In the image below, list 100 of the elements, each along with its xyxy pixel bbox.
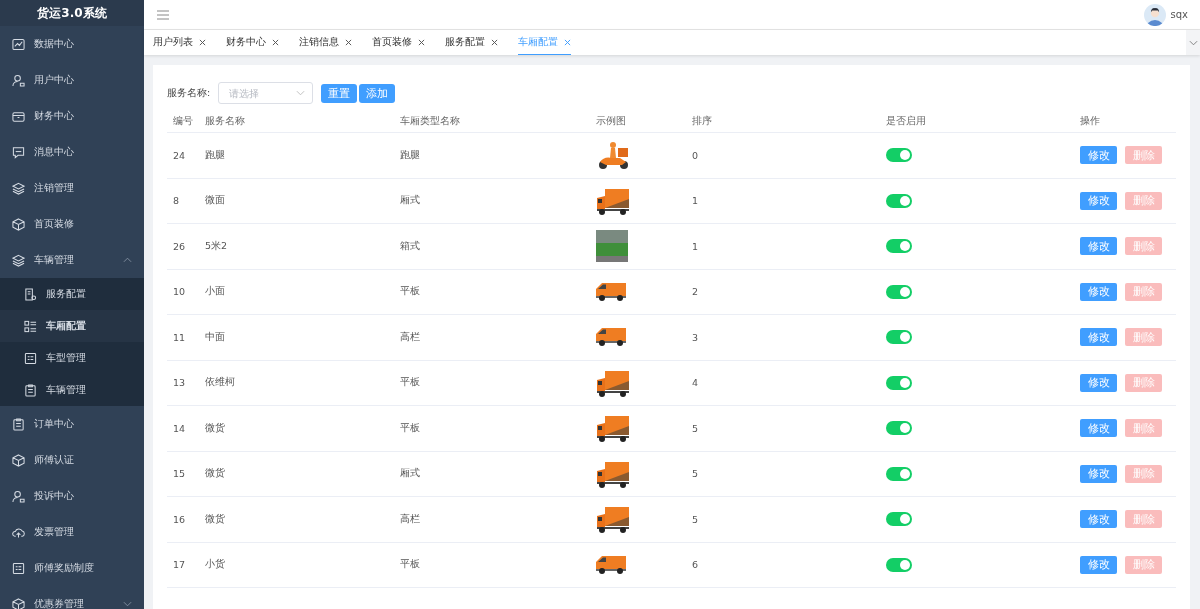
edit-button[interactable]: 修改 [1080,373,1117,392]
tab[interactable]: 财务中心 [226,30,279,55]
toggle-switch[interactable] [886,557,912,572]
sidebar-item[interactable]: 消息中心 [0,134,144,170]
edit-button[interactable]: 修改 [1080,464,1117,483]
toggle-switch[interactable] [886,466,912,481]
sidebar-item[interactable]: 首页装修 [0,206,144,242]
column-header: 服务名称 [205,115,246,128]
close-icon[interactable] [418,38,425,46]
column-header: 编号 [173,115,194,128]
clipboard-icon [24,383,37,397]
app-title: 货运3.0系统 [0,0,144,26]
table-cell: 厢式 [400,194,420,208]
layers-icon [12,253,25,267]
sidebar-subitem[interactable]: 车厢配置 [0,310,144,342]
table-cell: 平板 [400,558,420,572]
sidebar-subitem[interactable]: 车型管理 [0,342,144,374]
edit-button[interactable]: 修改 [1080,237,1117,256]
table-cell: 微货 [205,512,225,526]
table-cell: 1 [692,195,699,207]
sidebar-item[interactable]: 数据中心 [0,26,144,62]
user-icon [12,73,25,87]
message-icon [12,145,25,159]
van-icon [596,328,626,347]
edit-button[interactable]: 修改 [1080,282,1117,301]
card-icon [12,561,25,575]
edit-button[interactable]: 修改 [1080,510,1117,529]
table-cell: 26 [173,240,186,252]
toggle-switch[interactable] [886,375,912,390]
chevron-icon [1188,39,1198,46]
wallet-icon [12,109,25,123]
sidebar-item[interactable]: 发票管理 [0,514,144,550]
sidebar-item[interactable]: 车辆管理 [0,242,144,278]
tab[interactable]: 首页装修 [372,30,425,55]
table-cell: 14 [173,422,186,434]
tab[interactable]: 服务配置 [445,30,498,55]
column-header: 操作 [1080,115,1101,128]
scooter-rider-icon [596,140,630,171]
table-cell: 微面 [205,194,225,208]
toggle-switch[interactable] [886,421,912,436]
table-cell: 6 [692,559,699,571]
table-cell: 1 [692,240,699,252]
service-select[interactable]: 请选择 [218,82,314,104]
table-cell: 17 [173,559,186,571]
sidebar-item[interactable]: 订单中心 [0,406,144,442]
sidebar-subitem[interactable]: 车辆管理 [0,374,144,406]
cube-icon [12,217,25,231]
table-cell: 微货 [205,467,225,481]
column-header: 是否启用 [886,115,927,128]
table-cell: 小货 [205,558,225,572]
close-icon[interactable] [345,38,352,46]
user-icon [12,489,25,503]
sidebar-item[interactable]: 用户中心 [0,62,144,98]
close-icon[interactable] [491,38,498,46]
table-cell: 5 [692,468,699,480]
tab[interactable]: 注销信息 [299,30,352,55]
layers-icon [12,181,25,195]
table-cell: 5 [692,513,699,525]
edit-button[interactable]: 修改 [1080,555,1117,574]
filter-button[interactable]: 添加 [359,83,396,103]
table-cell: 4 [692,377,699,389]
table-cell: 5 [692,422,699,434]
table-cell: 15 [173,468,186,480]
table-cell: 11 [173,331,186,343]
edit-button[interactable]: 修改 [1080,191,1117,210]
close-icon[interactable] [199,38,206,46]
tabs-dropdown-button[interactable] [1186,30,1200,55]
table-cell: 箱式 [400,239,420,253]
sidebar-subitem[interactable]: 服务配置 [0,278,144,310]
edit-button[interactable]: 修改 [1080,419,1117,438]
toggle-switch[interactable] [886,330,912,345]
column-header: 车厢类型名称 [400,115,461,128]
tab[interactable]: 用户列表 [153,30,206,55]
avatar-icon[interactable] [1143,3,1166,26]
toggle-switch[interactable] [886,512,912,527]
clipboard-icon [12,417,25,431]
table-cell: 跑腿 [400,148,420,162]
sidebar-item[interactable]: 投诉中心 [0,478,144,514]
filter-label: 服务名称: [167,86,211,100]
toggle-switch[interactable] [886,284,912,299]
table-cell: 13 [173,377,186,389]
sidebar-item[interactable]: 注销管理 [0,170,144,206]
toggle-switch[interactable] [886,239,912,254]
cube-icon [12,597,25,609]
edit-button[interactable]: 修改 [1080,328,1117,347]
sidebar-item[interactable]: 优惠券管理 [0,586,144,609]
table-cell: 平板 [400,285,420,299]
tab[interactable]: 车厢配置 [518,30,571,55]
toggle-switch[interactable] [886,193,912,208]
menu-icon[interactable] [157,9,169,20]
sidebar-item[interactable]: 师傅奖励制度 [0,550,144,586]
sidebar-item[interactable]: 师傅认证 [0,442,144,478]
toggle-switch[interactable] [886,148,912,163]
close-icon[interactable] [272,38,279,46]
table-cell: 高栏 [400,512,420,526]
table-cell: 2 [692,286,699,298]
cube-icon [12,453,25,467]
edit-button[interactable]: 修改 [1080,146,1117,165]
filter-button[interactable]: 重置 [321,83,358,103]
sidebar-item[interactable]: 财务中心 [0,98,144,134]
